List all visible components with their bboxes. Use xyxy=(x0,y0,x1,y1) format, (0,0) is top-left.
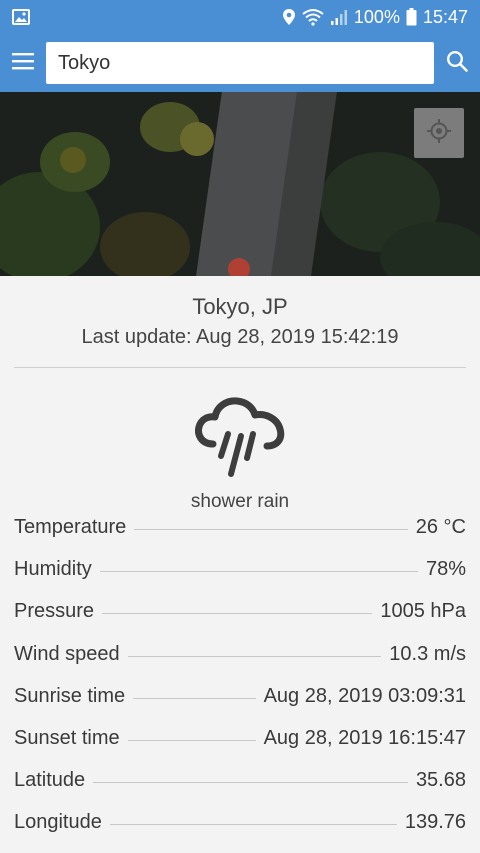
search-icon xyxy=(446,50,468,77)
weather-description: shower rain xyxy=(190,491,290,512)
leader-line xyxy=(109,824,397,826)
detail-value: 78% xyxy=(425,558,466,581)
battery-percent: 100% xyxy=(353,6,400,27)
detail-value: Aug 28, 2019 16:15:47 xyxy=(263,726,466,749)
search-button[interactable] xyxy=(434,34,480,92)
detail-value: 26 °C xyxy=(415,516,466,538)
weather-details: Temperature 26 °C Humidity 78% Pressure … xyxy=(14,516,466,853)
map-view[interactable] xyxy=(0,92,480,276)
detail-value: 35.68 xyxy=(415,769,466,792)
detail-label: Latitude xyxy=(14,769,86,792)
battery-icon xyxy=(406,8,417,26)
leader-line xyxy=(102,613,373,615)
detail-label: Longitude xyxy=(14,811,102,834)
leader-line xyxy=(133,697,256,699)
menu-button[interactable] xyxy=(0,34,46,92)
detail-value: 10.3 m/s xyxy=(389,642,466,665)
detail-value: 1005 hPa xyxy=(380,600,466,623)
detail-row-sunset: Sunset time Aug 28, 2019 16:15:47 xyxy=(14,727,466,769)
detail-row-pressure: Pressure 1005 hPa xyxy=(14,600,466,642)
weather-icon-wrapper xyxy=(0,396,480,485)
detail-label: Humidity xyxy=(14,558,92,581)
detail-row-humidity: Humidity 78% xyxy=(14,558,466,600)
search-input[interactable] xyxy=(58,51,434,75)
detail-label: Temperature xyxy=(14,516,127,538)
status-bar: 100% 15:47 xyxy=(0,0,480,34)
city-name: Tokyo, JP xyxy=(192,294,288,319)
leader-line xyxy=(134,529,408,530)
detail-row-longitude: Longitude 139.76 xyxy=(14,811,466,853)
detail-row-temperature: Temperature 26 °C xyxy=(14,516,466,558)
location-pin-icon xyxy=(282,8,296,26)
detail-label: Wind speed xyxy=(14,642,120,665)
crosshair-icon xyxy=(426,118,452,149)
leader-line xyxy=(99,571,418,573)
detail-value: Aug 28, 2019 03:09:31 xyxy=(263,684,466,707)
signal-icon xyxy=(330,8,348,26)
my-location-button[interactable] xyxy=(414,108,464,158)
wifi-icon xyxy=(302,8,324,26)
app-bar xyxy=(0,34,480,92)
shower-rain-icon xyxy=(195,396,285,485)
leader-line xyxy=(93,782,408,784)
image-icon xyxy=(12,9,30,25)
leader-line xyxy=(127,739,256,741)
hamburger-menu-icon xyxy=(12,52,34,75)
detail-value: 139.76 xyxy=(404,811,466,834)
detail-row-wind-speed: Wind speed 10.3 m/s xyxy=(14,643,466,685)
weather-panel: Tokyo, JP Last update: Aug 28, 2019 15:4… xyxy=(0,276,480,853)
detail-label: Sunset time xyxy=(14,726,120,749)
search-box[interactable] xyxy=(46,42,434,84)
leader-line xyxy=(127,655,382,657)
clock: 15:47 xyxy=(422,6,468,27)
divider xyxy=(14,367,466,368)
detail-row-latitude: Latitude 35.68 xyxy=(14,769,466,811)
detail-label: Pressure xyxy=(14,600,95,623)
detail-row-sunrise: Sunrise time Aug 28, 2019 03:09:31 xyxy=(14,685,466,727)
location-marker xyxy=(228,258,250,276)
last-update: Last update: Aug 28, 2019 15:42:19 xyxy=(81,326,399,348)
detail-label: Sunrise time xyxy=(14,684,126,707)
